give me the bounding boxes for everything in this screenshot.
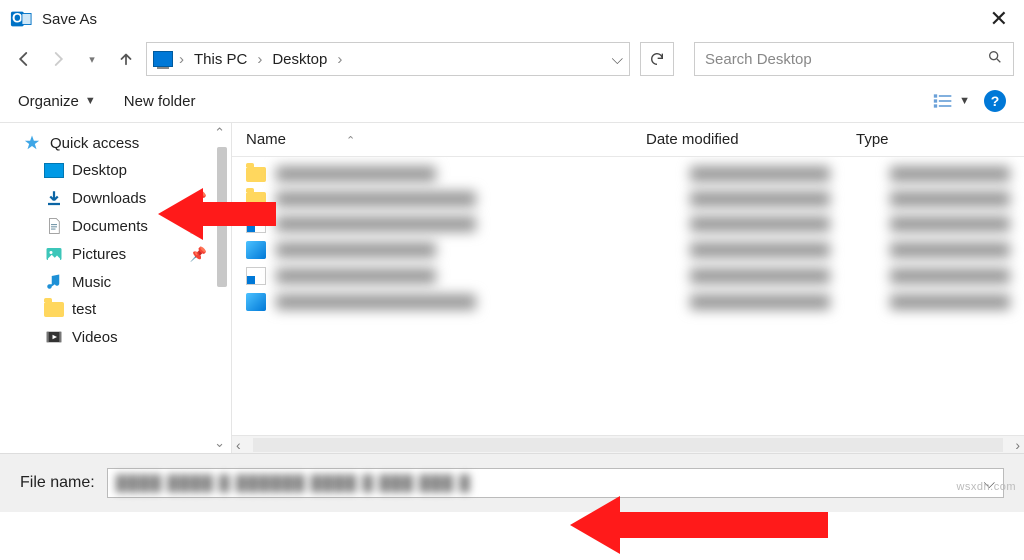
- address-dropdown[interactable]: ⌵: [612, 51, 623, 68]
- organize-menu[interactable]: Organize ▼: [18, 93, 96, 110]
- pin-icon: 📌: [190, 246, 207, 263]
- chevron-right-icon: ›: [179, 51, 184, 68]
- outlook-icon: O: [10, 8, 32, 30]
- sidebar-item-videos[interactable]: Videos: [0, 323, 231, 351]
- sidebar-item-quick-access[interactable]: Quick access: [0, 129, 231, 157]
- shortcut-icon: [246, 215, 266, 233]
- back-button[interactable]: [10, 45, 38, 73]
- table-row[interactable]: [232, 211, 1024, 237]
- column-type[interactable]: Type: [856, 131, 1010, 148]
- scroll-down-icon[interactable]: ⌄: [214, 435, 225, 451]
- sidebar-item-test[interactable]: test: [0, 296, 231, 323]
- sidebar-item-pictures[interactable]: Pictures 📌: [0, 240, 231, 268]
- columns-header: Name⌃ Date modified Type: [232, 123, 1024, 157]
- filename-input[interactable]: ████ ████ █ ██████ ████ █ ███ ███ █ ⌵: [107, 468, 1004, 498]
- chevron-down-icon: ▼: [959, 95, 970, 107]
- videos-icon: [44, 328, 64, 346]
- watermark: wsxdn.com: [956, 481, 1016, 493]
- sidebar-item-documents[interactable]: Documents 📌: [0, 212, 231, 240]
- table-row[interactable]: [232, 186, 1024, 211]
- chevron-right-icon: ›: [337, 51, 342, 68]
- music-icon: [44, 273, 64, 291]
- search-input[interactable]: Search Desktop: [694, 42, 1014, 76]
- table-row[interactable]: [232, 161, 1024, 186]
- sidebar-item-desktop[interactable]: Desktop: [0, 157, 231, 184]
- toolbar: Organize ▼ New folder ▼ ?: [0, 80, 1024, 123]
- folder-icon: [44, 302, 64, 317]
- desktop-icon: [44, 163, 64, 178]
- scrollbar-track[interactable]: [253, 438, 1004, 452]
- scroll-up-icon[interactable]: ⌃: [214, 125, 225, 141]
- pin-icon: 📌: [190, 190, 207, 207]
- chevron-right-icon: ›: [257, 51, 262, 68]
- shortcut-icon: [246, 267, 266, 285]
- file-pane: Name⌃ Date modified Type ‹ ›: [232, 123, 1024, 453]
- main-body: ⌃ Quick access Desktop Downloads 📌 Docum…: [0, 123, 1024, 453]
- refresh-button[interactable]: [640, 42, 674, 76]
- this-pc-icon: [153, 51, 173, 67]
- close-button[interactable]: ✕: [984, 6, 1014, 32]
- nav-row: ▾ › This PC › Desktop › ⌵ Search Desktop: [0, 38, 1024, 80]
- chevron-down-icon: ▼: [85, 95, 96, 107]
- sidebar: ⌃ Quick access Desktop Downloads 📌 Docum…: [0, 123, 232, 453]
- edge-icon: [246, 241, 266, 259]
- download-icon: [44, 189, 64, 207]
- file-list: [232, 157, 1024, 435]
- address-bar[interactable]: › This PC › Desktop › ⌵: [146, 42, 630, 76]
- up-button[interactable]: [112, 45, 140, 73]
- sort-caret-icon: ⌃: [346, 135, 355, 147]
- edge-icon: [246, 293, 266, 311]
- table-row[interactable]: [232, 289, 1024, 315]
- folder-icon: [246, 192, 266, 207]
- scroll-right-icon[interactable]: ›: [1015, 437, 1020, 453]
- footer: File name: ████ ████ █ ██████ ████ █ ███…: [0, 453, 1024, 512]
- search-icon: [987, 49, 1003, 69]
- horizontal-scrollbar[interactable]: ‹ ›: [232, 435, 1024, 453]
- folder-icon: [246, 167, 266, 182]
- filename-label: File name:: [20, 474, 95, 492]
- new-folder-button[interactable]: New folder: [124, 93, 196, 110]
- document-icon: [44, 217, 64, 235]
- view-options[interactable]: ▼: [933, 93, 970, 109]
- scrollbar-thumb[interactable]: [217, 147, 227, 287]
- titlebar: O Save As ✕: [0, 0, 1024, 38]
- pin-icon: 📌: [190, 218, 207, 235]
- window-title: Save As: [42, 11, 97, 28]
- breadcrumb[interactable]: This PC: [190, 49, 251, 70]
- recent-dropdown[interactable]: ▾: [78, 45, 106, 73]
- pictures-icon: [44, 245, 64, 263]
- table-row[interactable]: [232, 237, 1024, 263]
- column-name[interactable]: Name⌃: [246, 131, 646, 148]
- search-placeholder: Search Desktop: [705, 51, 812, 68]
- table-row[interactable]: [232, 263, 1024, 289]
- scroll-left-icon[interactable]: ‹: [236, 437, 241, 453]
- sidebar-item-music[interactable]: Music: [0, 268, 231, 296]
- star-icon: [22, 134, 42, 152]
- breadcrumb[interactable]: Desktop: [268, 49, 331, 70]
- column-date[interactable]: Date modified: [646, 131, 856, 148]
- sidebar-item-downloads[interactable]: Downloads 📌: [0, 184, 231, 212]
- forward-button[interactable]: [44, 45, 72, 73]
- help-button[interactable]: ?: [984, 90, 1006, 112]
- svg-text:O: O: [12, 11, 23, 26]
